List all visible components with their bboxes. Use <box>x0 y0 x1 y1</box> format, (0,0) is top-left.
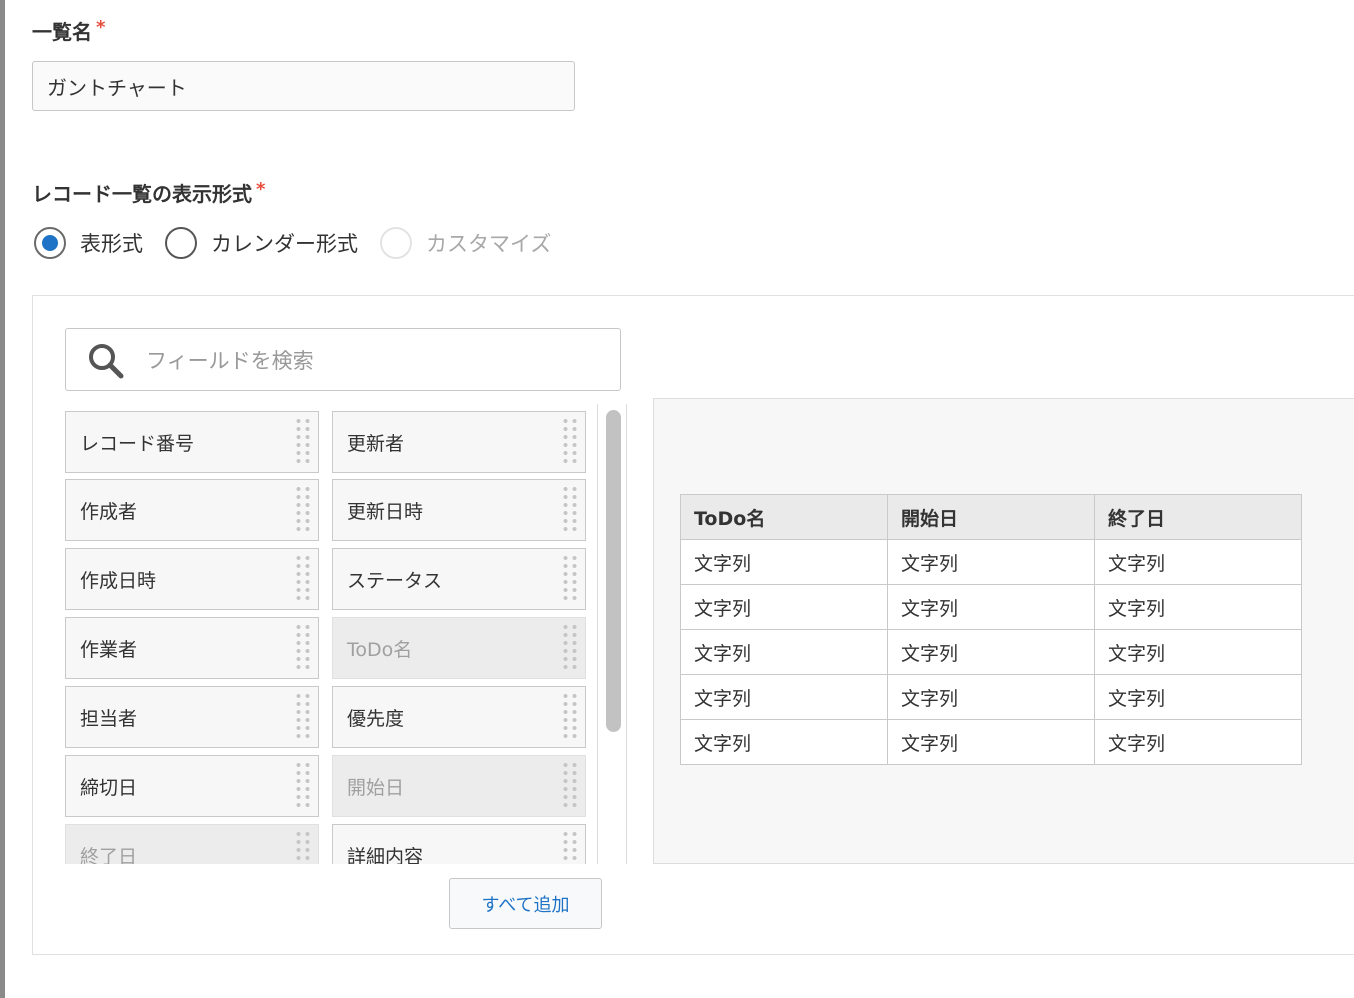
radio-option-calendar[interactable]: カレンダー形式 <box>165 227 358 259</box>
field-item-label: 終了日 <box>80 846 138 864</box>
drag-handle-icon[interactable] <box>561 485 579 535</box>
drag-handle-icon[interactable] <box>294 761 312 811</box>
drag-handle-icon <box>561 623 579 673</box>
field-item-end-date: 終了日 <box>65 824 319 864</box>
field-item-label: 作成日時 <box>80 570 157 592</box>
table-row: 文字列 文字列 文字列 <box>680 674 1302 720</box>
table-cell: 文字列 <box>887 629 1095 675</box>
field-item-label: ToDo名 <box>347 639 413 661</box>
field-item-label: 詳細内容 <box>347 846 424 864</box>
table-cell: 文字列 <box>887 539 1095 585</box>
column-header-todo-name[interactable]: ToDo名 <box>680 494 888 540</box>
drag-handle-icon[interactable] <box>294 554 312 604</box>
required-mark: * <box>256 179 266 200</box>
display-format-radio-group: 表形式 カレンダー形式 カスタマイズ <box>34 227 573 259</box>
field-item-label: レコード番号 <box>80 433 195 455</box>
radio-customize-label: カスタマイズ <box>426 232 552 256</box>
window-left-edge <box>0 0 5 998</box>
field-item-created-datetime[interactable]: 作成日時 <box>65 548 319 610</box>
list-name-input[interactable] <box>32 61 575 111</box>
field-item-label: ステータス <box>347 570 443 592</box>
field-item-worker[interactable]: 作業者 <box>65 617 319 679</box>
field-item-details[interactable]: 詳細内容 <box>332 824 586 864</box>
search-icon <box>89 344 124 379</box>
field-item-label: 締切日 <box>80 777 138 799</box>
table-cell: 文字列 <box>680 584 888 630</box>
field-list-divider <box>597 404 598 864</box>
radio-option-table[interactable]: 表形式 <box>34 227 143 259</box>
field-list: レコード番号 更新者 作成者 更新日時 作成日時 ステータス 作業者 ToDo名… <box>65 404 630 864</box>
drag-handle-icon[interactable] <box>294 623 312 673</box>
field-item-created-by[interactable]: 作成者 <box>65 479 319 541</box>
table-cell: 文字列 <box>887 584 1095 630</box>
table-cell: 文字列 <box>680 674 888 720</box>
scroll-track-divider <box>626 404 627 864</box>
drag-handle-icon[interactable] <box>294 692 312 742</box>
field-item-label: 作業者 <box>80 639 138 661</box>
field-item-status[interactable]: ステータス <box>332 548 586 610</box>
list-name-label: 一覧名 * <box>32 16 105 45</box>
drag-handle-icon[interactable] <box>561 830 579 864</box>
table-cell: 文字列 <box>1094 674 1302 720</box>
drag-handle-icon[interactable] <box>294 485 312 535</box>
field-item-deadline[interactable]: 締切日 <box>65 755 319 817</box>
add-all-button[interactable]: すべて追加 <box>449 878 602 929</box>
field-item-label: 優先度 <box>347 708 405 730</box>
drag-handle-icon <box>561 761 579 811</box>
field-item-updated-datetime[interactable]: 更新日時 <box>332 479 586 541</box>
table-cell: 文字列 <box>1094 584 1302 630</box>
table-cell: 文字列 <box>680 719 888 765</box>
display-format-label: レコード一覧の表示形式 * <box>32 178 265 207</box>
field-search-input[interactable] <box>144 343 598 379</box>
table-row: 文字列 文字列 文字列 <box>680 584 1302 630</box>
field-item-priority[interactable]: 優先度 <box>332 686 586 748</box>
field-item-updated-by[interactable]: 更新者 <box>332 411 586 473</box>
field-item-todo-name: ToDo名 <box>332 617 586 679</box>
table-cell: 文字列 <box>680 539 888 585</box>
field-item-start-date: 開始日 <box>332 755 586 817</box>
field-item-assignee[interactable]: 担当者 <box>65 686 319 748</box>
preview-table: ToDo名 開始日 終了日 文字列 文字列 文字列 文字列 文字列 文字列 文字… <box>680 494 1302 765</box>
column-header-end-date[interactable]: 終了日 <box>1094 494 1302 540</box>
radio-calendar[interactable] <box>165 227 197 259</box>
field-search-box[interactable] <box>65 328 621 391</box>
table-cell: 文字列 <box>1094 629 1302 675</box>
table-row: 文字列 文字列 文字列 <box>680 719 1302 765</box>
radio-table[interactable] <box>34 227 66 259</box>
field-item-label: 更新者 <box>347 433 405 455</box>
table-cell: 文字列 <box>887 674 1095 720</box>
radio-table-label[interactable]: 表形式 <box>80 228 143 258</box>
field-item-record-number[interactable]: レコード番号 <box>65 411 319 473</box>
drag-handle-icon[interactable] <box>561 554 579 604</box>
column-header-start-date[interactable]: 開始日 <box>887 494 1095 540</box>
field-list-scrollbar[interactable] <box>606 410 621 732</box>
table-cell: 文字列 <box>1094 719 1302 765</box>
table-row: 文字列 文字列 文字列 <box>680 629 1302 675</box>
table-cell: 文字列 <box>680 629 888 675</box>
table-row: 文字列 文字列 文字列 <box>680 539 1302 585</box>
field-item-label: 担当者 <box>80 708 138 730</box>
radio-calendar-label[interactable]: カレンダー形式 <box>211 228 358 258</box>
field-item-label: 作成者 <box>80 501 138 523</box>
display-format-label-text: レコード一覧の表示形式 <box>32 182 252 206</box>
table-header-row: ToDo名 開始日 終了日 <box>680 494 1302 540</box>
radio-option-customize: カスタマイズ <box>380 227 551 259</box>
drag-handle-icon[interactable] <box>561 417 579 467</box>
list-name-label-text: 一覧名 <box>32 20 92 44</box>
table-cell: 文字列 <box>887 719 1095 765</box>
field-item-label: 開始日 <box>347 777 405 799</box>
drag-handle-icon[interactable] <box>294 417 312 467</box>
drag-handle-icon <box>294 830 312 864</box>
required-mark: * <box>96 17 106 38</box>
drag-handle-icon[interactable] <box>561 692 579 742</box>
radio-customize <box>380 227 412 259</box>
table-cell: 文字列 <box>1094 539 1302 585</box>
field-item-label: 更新日時 <box>347 501 424 523</box>
